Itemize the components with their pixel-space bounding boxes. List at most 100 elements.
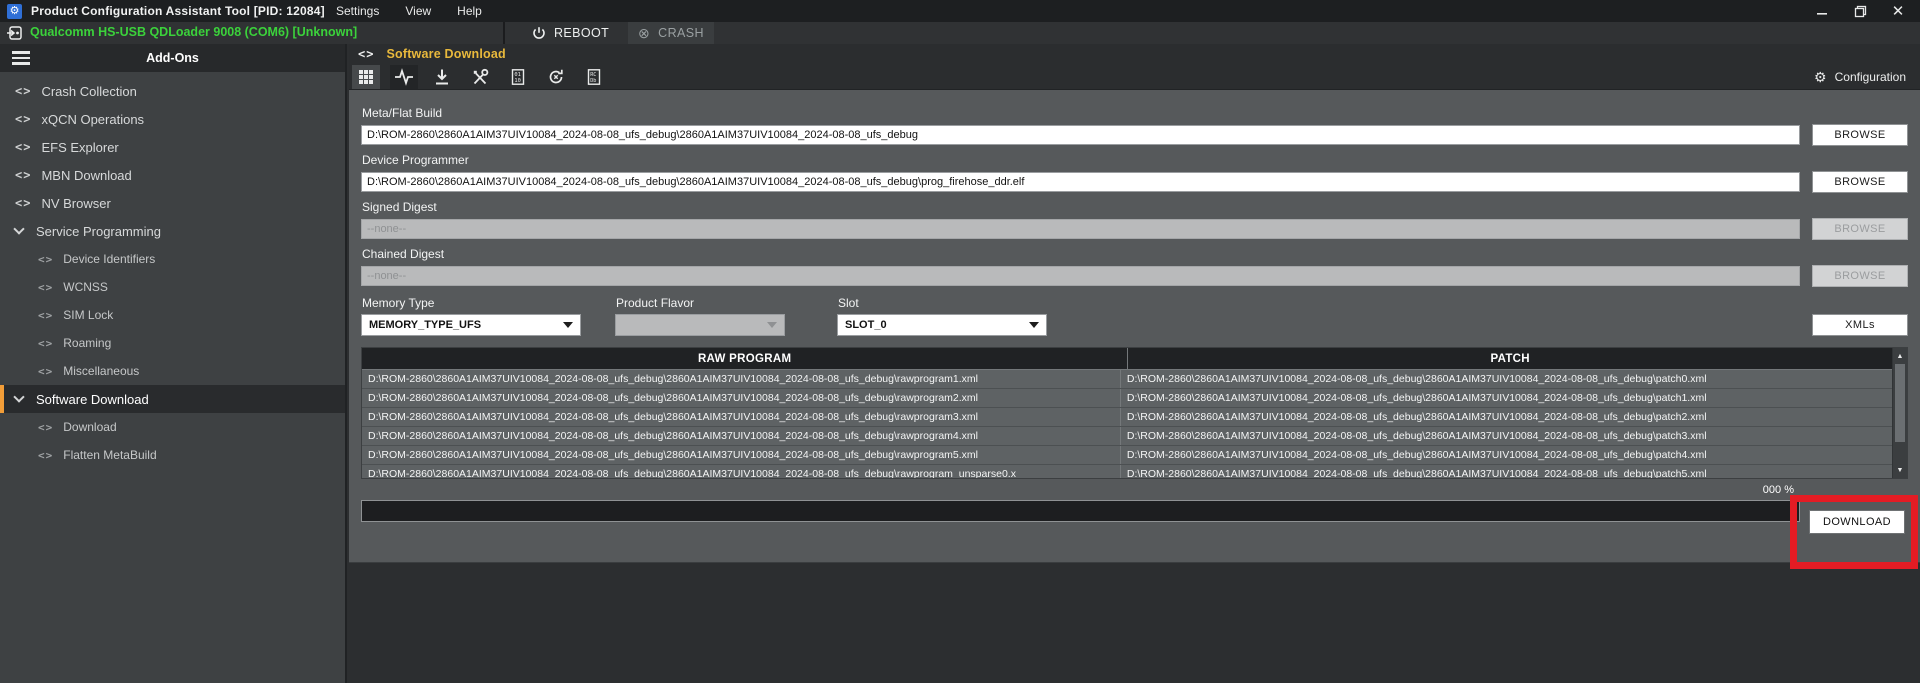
sidebar-item[interactable]: <> Device Identifiers xyxy=(0,245,345,273)
sidebar-item[interactable]: <> Crash Collection xyxy=(0,77,345,105)
sidebar-item[interactable]: <> Service Programming xyxy=(0,217,345,245)
sidebar-item-label: xQCN Operations xyxy=(41,112,144,127)
table-row[interactable]: D:\ROM-2860\2860A1AIM37UIV10084_2024-08-… xyxy=(362,446,1892,465)
restore-icon[interactable] xyxy=(1850,2,1870,20)
sidebar-item-label: Service Programming xyxy=(36,224,161,239)
reboot-button[interactable]: REBOOT xyxy=(522,22,619,44)
table-row[interactable]: D:\ROM-2860\2860A1AIM37UIV10084_2024-08-… xyxy=(362,408,1892,427)
browse-programmer-button[interactable]: BROWSE xyxy=(1812,171,1908,193)
sidebar-item[interactable]: <> EFS Explorer xyxy=(0,133,345,161)
code-brackets-icon: <> xyxy=(38,253,53,266)
patch-cell: D:\ROM-2860\2860A1AIM37UIV10084_2024-08-… xyxy=(1121,389,1892,407)
sidebar-item[interactable]: <> MBN Download xyxy=(0,161,345,189)
patch-cell: D:\ROM-2860\2860A1AIM37UIV10084_2024-08-… xyxy=(1121,446,1892,464)
activity-icon[interactable] xyxy=(390,65,418,89)
partition-grid-icon[interactable] xyxy=(352,65,380,89)
sidebar-item-label: Device Identifiers xyxy=(63,252,155,266)
menu-settings[interactable]: Settings xyxy=(336,4,379,18)
scrollbar-thumb[interactable] xyxy=(1895,364,1905,442)
sidebar-list: <> Crash Collection <> xQCN Operations <… xyxy=(0,72,345,469)
table-row[interactable]: D:\ROM-2860\2860A1AIM37UIV10084_2024-08-… xyxy=(362,370,1892,389)
menu-view[interactable]: View xyxy=(405,4,431,18)
window-controls: ✕ xyxy=(1812,2,1908,20)
raw-program-cell: D:\ROM-2860\2860A1AIM37UIV10084_2024-08-… xyxy=(362,446,1121,464)
browse-chained-digest-button: BROWSE xyxy=(1812,265,1908,287)
scroll-up-icon[interactable]: ▲ xyxy=(1893,349,1907,363)
menu-bar: Settings View Help xyxy=(336,4,482,18)
slot-select[interactable]: SLOT_0 xyxy=(837,314,1047,336)
code-brackets-icon: <> xyxy=(38,337,53,350)
svg-text:Db: Db xyxy=(590,78,596,84)
app-window: ⚙ Product Configuration Assistant Tool [… xyxy=(0,0,1920,683)
caret-down-icon xyxy=(563,322,573,328)
tools-icon[interactable] xyxy=(466,65,494,89)
signed-digest-label: Signed Digest xyxy=(362,200,1908,214)
sidebar: Add-Ons <> Crash Collection <> xQCN Oper… xyxy=(0,44,347,683)
panel-header: <> Software Download xyxy=(349,44,1920,64)
code-brackets-icon: <> xyxy=(15,196,31,210)
product-flavor-select xyxy=(615,314,785,336)
sidebar-item-label: Roaming xyxy=(63,336,111,350)
sidebar-item[interactable]: <> Flatten MetaBuild xyxy=(0,441,345,469)
download-button[interactable]: DOWNLOAD xyxy=(1809,510,1905,534)
device-programmer-input[interactable] xyxy=(361,172,1800,192)
code-brackets-icon: <> xyxy=(38,309,53,322)
progress-bar xyxy=(361,500,1800,522)
table-row[interactable]: D:\ROM-2860\2860A1AIM37UIV10084_2024-08-… xyxy=(362,389,1892,408)
sidebar-item[interactable]: <> Miscellaneous xyxy=(0,357,345,385)
chevron-down-icon xyxy=(13,223,24,234)
memory-type-select[interactable]: MEMORY_TYPE_UFS xyxy=(361,314,581,336)
sidebar-item[interactable]: <> Software Download xyxy=(0,385,345,413)
sidebar-item[interactable]: <> Download xyxy=(0,413,345,441)
progress-percent-label: 000 % xyxy=(361,484,1908,496)
device-programmer-label: Device Programmer xyxy=(362,153,1908,167)
crash-button: ⊗ CRASH xyxy=(628,22,714,44)
table-scrollbar[interactable]: ▲ ▼ xyxy=(1892,348,1907,478)
table-header: RAW PROGRAM PATCH xyxy=(362,348,1907,370)
sidebar-title: Add-Ons xyxy=(0,51,345,65)
sidebar-item-label: Flatten MetaBuild xyxy=(63,448,156,462)
patch-cell: D:\ROM-2860\2860A1AIM37UIV10084_2024-08-… xyxy=(1121,408,1892,426)
product-flavor-label: Product Flavor xyxy=(616,296,785,310)
menu-help[interactable]: Help xyxy=(457,4,482,18)
sidebar-item-label: MBN Download xyxy=(41,168,131,183)
configuration-button[interactable]: ⚙ Configuration xyxy=(1814,70,1906,84)
chevron-down-icon xyxy=(13,391,24,402)
sidebar-item[interactable]: <> NV Browser xyxy=(0,189,345,217)
code-brackets-icon: <> xyxy=(15,112,31,126)
binary-file-icon[interactable]: 01 10 xyxy=(504,65,532,89)
download-icon[interactable] xyxy=(428,65,456,89)
raw-program-cell: D:\ROM-2860\2860A1AIM37UIV10084_2024-08-… xyxy=(362,427,1121,445)
browse-meta-button[interactable]: BROWSE xyxy=(1812,124,1908,146)
sidebar-item[interactable]: <> SIM Lock xyxy=(0,301,345,329)
raw-program-cell: D:\ROM-2860\2860A1AIM37UIV10084_2024-08-… xyxy=(362,389,1121,407)
table-row[interactable]: D:\ROM-2860\2860A1AIM37UIV10084_2024-08-… xyxy=(362,427,1892,446)
scroll-down-icon[interactable]: ▼ xyxy=(1893,463,1907,477)
meta-flat-build-input[interactable] xyxy=(361,125,1800,145)
window-title: Product Configuration Assistant Tool [PI… xyxy=(31,4,325,18)
sidebar-item[interactable]: <> xQCN Operations xyxy=(0,105,345,133)
refresh-icon[interactable] xyxy=(542,65,570,89)
toolbar: 01 10 RC Db ⚙ Configuration xyxy=(349,64,1920,90)
code-brackets-icon: <> xyxy=(15,140,31,154)
patch-cell: D:\ROM-2860\2860A1AIM37UIV10084_2024-08-… xyxy=(1121,465,1892,479)
sidebar-item[interactable]: <> Roaming xyxy=(0,329,345,357)
device-status-label: Qualcomm HS-USB QDLoader 9008 (COM6) [Un… xyxy=(30,25,357,39)
main-panel: <> Software Download xyxy=(349,44,1920,683)
database-file-icon[interactable]: RC Db xyxy=(580,65,608,89)
xmls-button[interactable]: XMLs xyxy=(1812,314,1908,336)
svg-text:10: 10 xyxy=(514,78,521,84)
close-icon[interactable]: ✕ xyxy=(1888,2,1908,20)
signed-digest-input xyxy=(361,219,1800,239)
raw-program-cell: D:\ROM-2860\2860A1AIM37UIV10084_2024-08-… xyxy=(362,465,1121,479)
code-brackets-icon: <> xyxy=(358,47,374,61)
table-row[interactable]: D:\ROM-2860\2860A1AIM37UIV10084_2024-08-… xyxy=(362,465,1892,479)
sidebar-item-label: SIM Lock xyxy=(63,308,113,322)
code-brackets-icon: <> xyxy=(38,281,53,294)
raw-program-cell: D:\ROM-2860\2860A1AIM37UIV10084_2024-08-… xyxy=(362,408,1121,426)
sidebar-item[interactable]: <> WCNSS xyxy=(0,273,345,301)
minimize-icon[interactable] xyxy=(1812,2,1832,20)
sidebar-item-label: Crash Collection xyxy=(41,84,136,99)
gear-icon: ⚙ xyxy=(1814,70,1827,84)
raw-program-column-header: RAW PROGRAM xyxy=(362,348,1128,369)
